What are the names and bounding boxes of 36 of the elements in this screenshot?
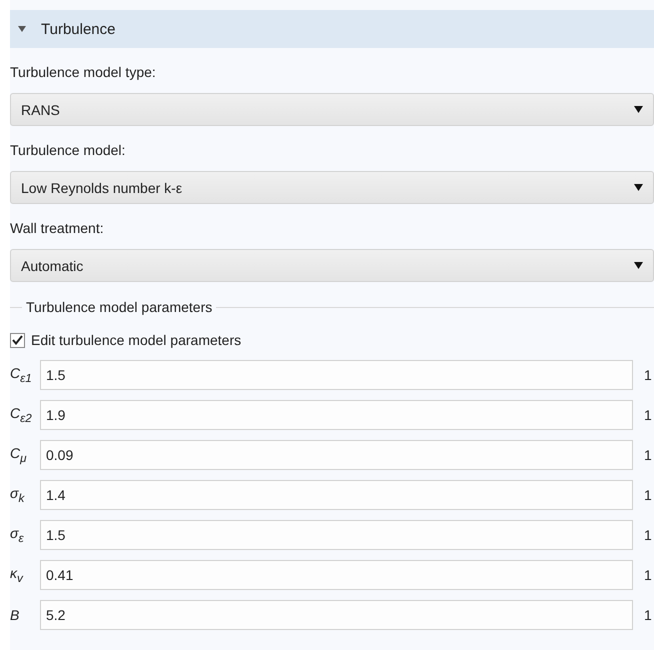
- section-header[interactable]: Turbulence: [10, 10, 654, 48]
- edit-parameters-checkbox[interactable]: Edit turbulence model parameters: [10, 330, 654, 350]
- parameter-symbol: B: [10, 607, 20, 623]
- input-field[interactable]: 0.09: [40, 440, 633, 470]
- section-title: Turbulence: [41, 20, 116, 38]
- field-label: Turbulence model type:: [10, 63, 156, 82]
- group-title: Turbulence model parameters: [26, 299, 212, 315]
- parameter-symbol: σ$_{ε}$: [10, 525, 25, 545]
- parameter-symbol: σ$_{k}$: [10, 485, 26, 505]
- dropdown-arrow-icon: [634, 184, 643, 191]
- unit-label: 1: [644, 567, 652, 583]
- input-field[interactable]: 5.2: [40, 600, 633, 630]
- unit-label: 1: [644, 407, 652, 423]
- dropdown[interactable]: RANS: [10, 93, 654, 126]
- field-label: Turbulence model:: [10, 141, 126, 160]
- unit-label: 1: [644, 607, 652, 623]
- checkmark-icon: [12, 335, 23, 345]
- unit-label: 1: [644, 527, 652, 543]
- checkbox[interactable]: [10, 332, 25, 348]
- parameter-symbol: C$_{ε1}$: [10, 365, 33, 385]
- input-field[interactable]: 1.9: [40, 400, 633, 430]
- parameter-symbol: C$_{ε2}$: [10, 405, 33, 425]
- parameter-symbol: C$_{μ}$: [10, 445, 28, 465]
- input-field[interactable]: 1.4: [40, 480, 633, 510]
- unit-label: 1: [644, 487, 652, 503]
- unit-label: 1: [644, 447, 652, 463]
- dropdown[interactable]: Low Reynolds number k-ε: [10, 171, 654, 204]
- input-field[interactable]: 1.5: [40, 520, 633, 550]
- unit-label: 1: [644, 367, 652, 383]
- dropdown-arrow-icon: [634, 262, 643, 269]
- parameter-symbol: κ$_{v}$: [10, 565, 24, 585]
- input-field[interactable]: 1.5: [40, 360, 633, 390]
- field-label: Wall treatment:: [10, 219, 104, 238]
- dropdown-arrow-icon: [634, 106, 643, 113]
- dropdown[interactable]: Automatic: [10, 249, 654, 282]
- input-field[interactable]: 0.41: [40, 560, 633, 590]
